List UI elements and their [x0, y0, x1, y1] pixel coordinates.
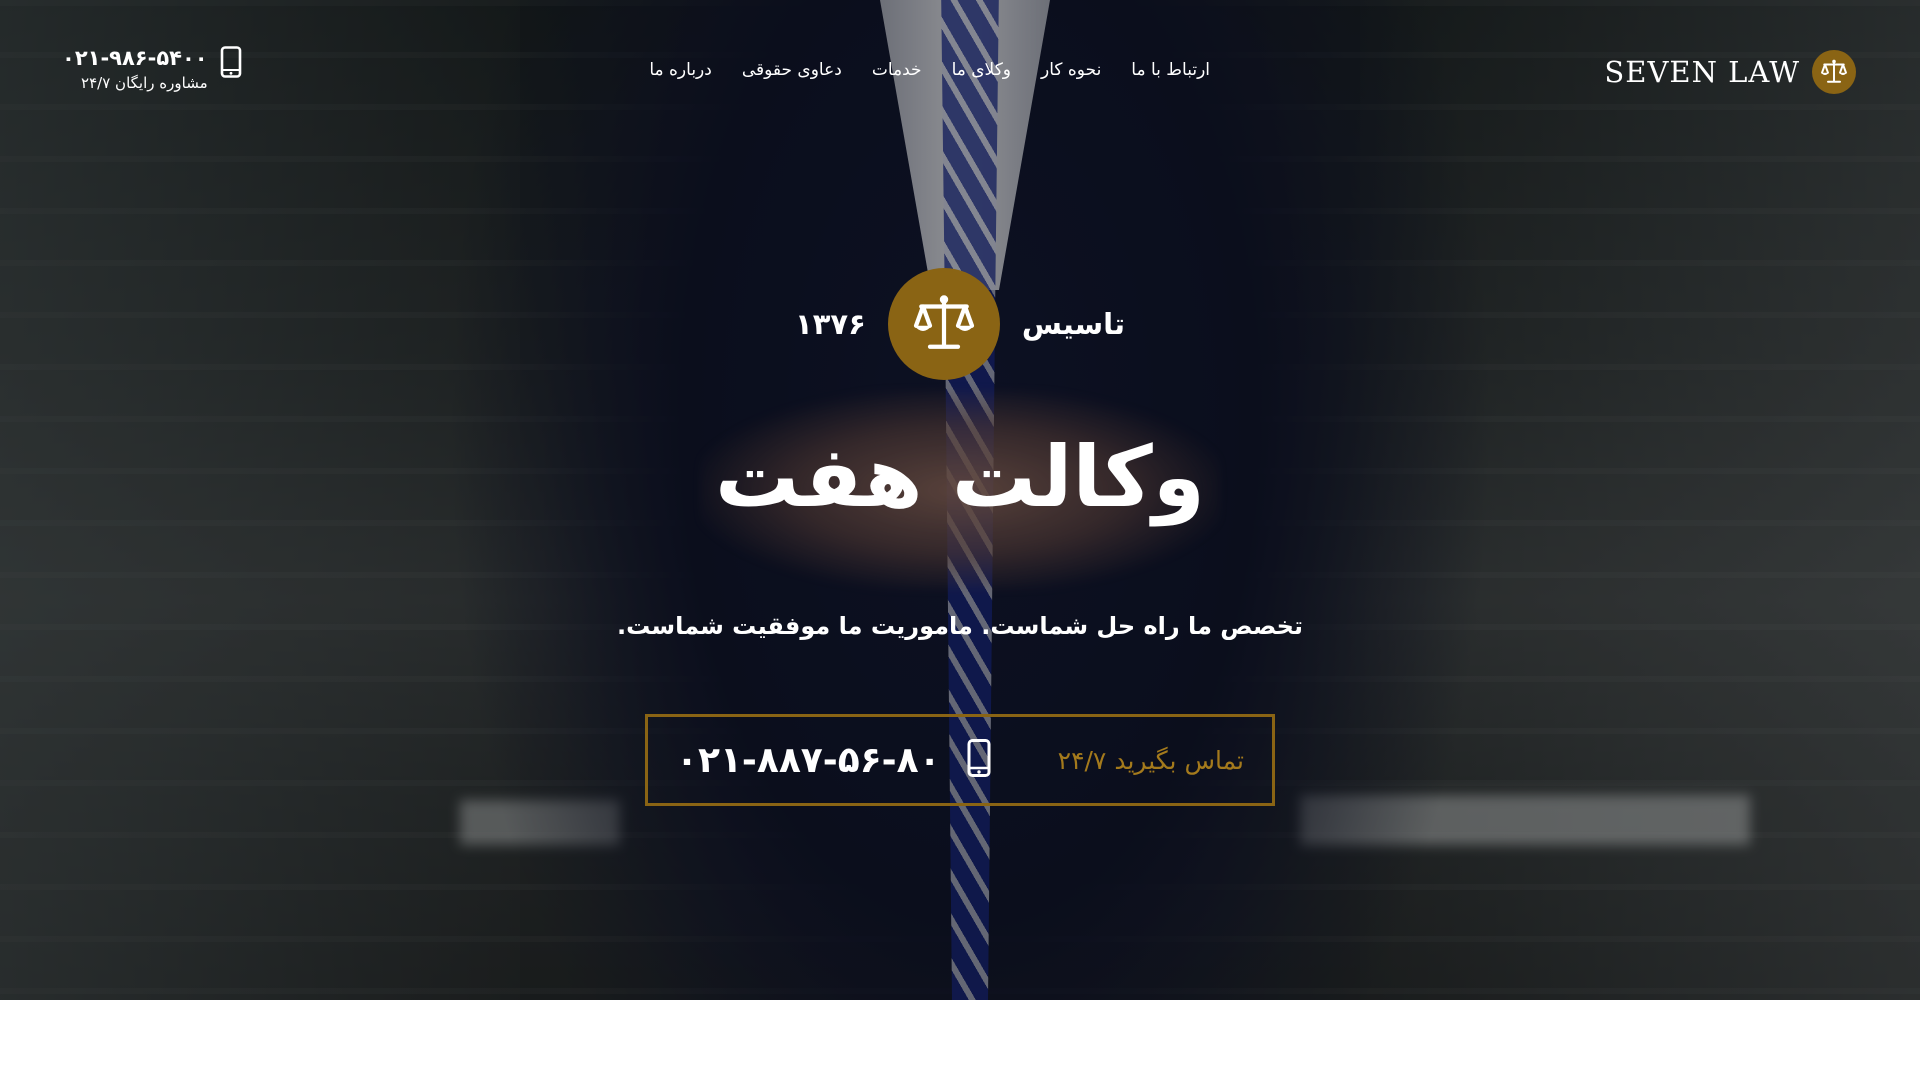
established-year: ۱۳۷۶ — [795, 307, 866, 341]
header-contact[interactable]: ۰۲۱-۹۸۶-۵۴۰۰ مشاوره رایگان ۲۴/۷ — [62, 46, 242, 92]
nav-item-lawyers[interactable]: وکلای ما — [952, 60, 1011, 80]
nav-item-services[interactable]: خدمات — [872, 60, 922, 80]
established-label: تاسیس — [1021, 307, 1125, 341]
main-nav: درباره ما دعاوی حقوقی خدمات وکلای ما نحو… — [649, 60, 1210, 80]
call-cta-button[interactable]: تماس بگیرید ۲۴/۷ ۰۲۱-۸۸۷-۵۶-۸۰ — [645, 714, 1275, 806]
header-contact-subtitle: مشاوره رایگان ۲۴/۷ — [81, 74, 208, 92]
mobile-phone-icon — [220, 46, 242, 82]
hero-title: وکالت هفت — [715, 428, 1205, 526]
nav-item-legal-cases[interactable]: دعاوی حقوقی — [742, 60, 842, 80]
mobile-phone-icon — [967, 739, 991, 781]
scales-icon — [887, 268, 1000, 380]
cta-phone-group: ۰۲۱-۸۸۷-۵۶-۸۰ — [676, 739, 991, 781]
hero-tagline: تخصص ما راه حل شماست. ماموریت ما موفقیت … — [617, 612, 1303, 640]
nav-item-about[interactable]: درباره ما — [649, 60, 712, 80]
nav-item-contact[interactable]: ارتباط با ما — [1131, 60, 1210, 80]
cta-phone-number: ۰۲۱-۸۸۷-۵۶-۸۰ — [676, 739, 941, 781]
header-contact-texts: ۰۲۱-۹۸۶-۵۴۰۰ مشاوره رایگان ۲۴/۷ — [62, 46, 208, 92]
nav-item-how-it-works[interactable]: نحوه کار — [1041, 60, 1101, 80]
hero-section: SEVEN LAW درباره ما دعاوی حقوقی خدمات وک… — [0, 0, 1920, 1000]
brand-name: SEVEN LAW — [1604, 55, 1800, 89]
scales-icon — [1812, 50, 1856, 94]
header-phone-number[interactable]: ۰۲۱-۹۸۶-۵۴۰۰ — [62, 46, 208, 70]
brand-logo[interactable]: SEVEN LAW — [1604, 50, 1856, 94]
established-row: ۱۳۷۶ تاسیس — [0, 268, 1920, 380]
cta-label: تماس بگیرید ۲۴/۷ — [1057, 745, 1244, 775]
